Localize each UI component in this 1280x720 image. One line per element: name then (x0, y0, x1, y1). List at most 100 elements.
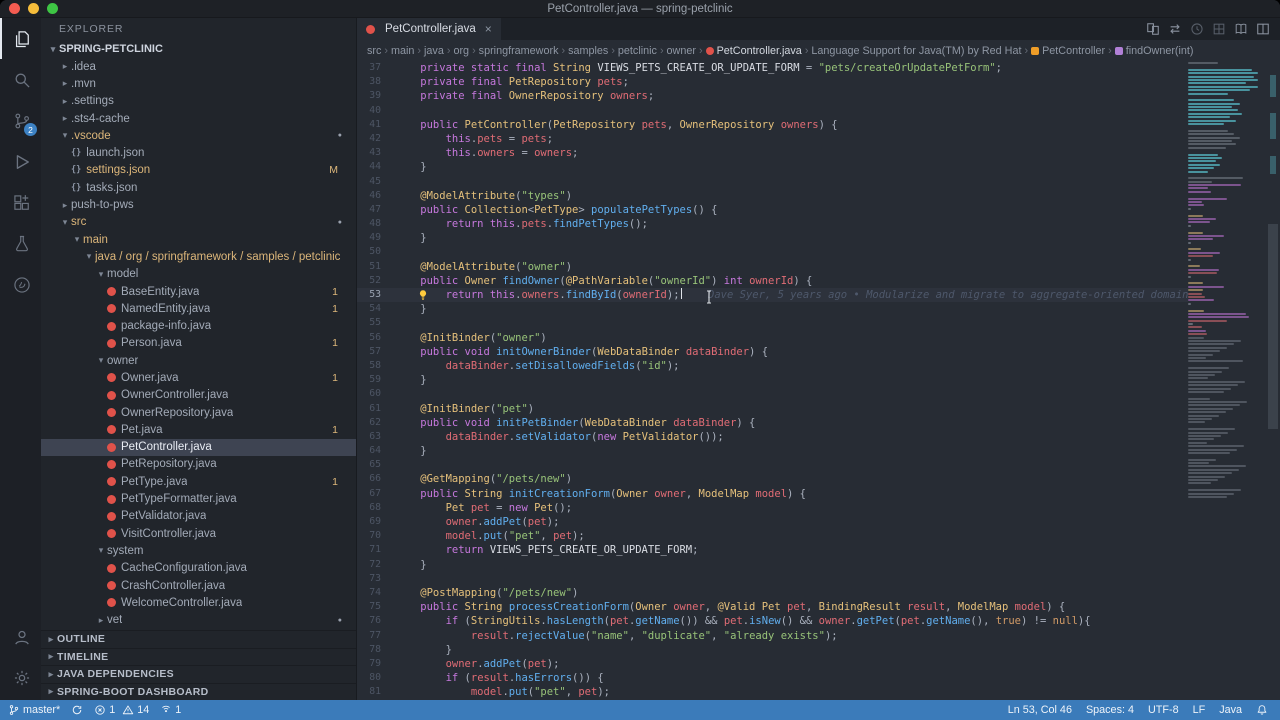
swap-editors-icon[interactable] (1168, 22, 1182, 36)
code-line-78[interactable]: 78 } (357, 643, 1188, 657)
tree-file-owner-java[interactable]: Owner.java1 (41, 369, 356, 386)
code-line-61[interactable]: 61 @InitBinder("pet") (357, 402, 1188, 416)
activity-run-and-debug[interactable] (0, 141, 41, 182)
code-line-52[interactable]: 52 public Owner findOwner(@PathVariable(… (357, 274, 1188, 288)
tree-file-petcontroller-java[interactable]: PetController.java (41, 439, 356, 456)
problems-indicator[interactable]: 1 14 (94, 704, 149, 716)
tree-file-tasks-json[interactable]: {}tasks.json (41, 179, 356, 196)
language-indicator[interactable]: Java (1219, 704, 1242, 716)
tree-file-visitcontroller-java[interactable]: VisitController.java (41, 525, 356, 542)
breadcrumb-item[interactable]: PetController.java (706, 45, 802, 57)
code-line-44[interactable]: 44 } (357, 160, 1188, 174)
code-line-49[interactable]: 49 } (357, 231, 1188, 245)
breadcrumb-item[interactable]: findOwner(int) (1115, 45, 1194, 57)
code-line-70[interactable]: 70 model.put("pet", pet); (357, 529, 1188, 543)
breadcrumb-item[interactable]: Language Support for Java(TM) by Red Hat (811, 45, 1021, 57)
tree-folder-vet[interactable]: ▸vet● (41, 612, 356, 629)
tree-file-person-java[interactable]: Person.java1 (41, 335, 356, 352)
code-line-57[interactable]: 57 public void initOwnerBinder(WebDataBi… (357, 345, 1188, 359)
section-java-dependencies[interactable]: ▸JAVA DEPENDENCIES (41, 665, 356, 683)
sync-button[interactable] (71, 704, 83, 716)
tree-folder-sts4-cache[interactable]: ▸.sts4-cache (41, 110, 356, 127)
code-line-81[interactable]: 81 model.put("pet", pet); (357, 685, 1188, 699)
code-line-43[interactable]: 43 this.owners = owners; (357, 146, 1188, 160)
activity-manage-settings[interactable] (0, 657, 41, 698)
tree-file-ownercontroller-java[interactable]: OwnerController.java (41, 387, 356, 404)
code-line-41[interactable]: 41 public PetController(PetRepository pe… (357, 118, 1188, 132)
cursor-position[interactable]: Ln 53, Col 46 (1008, 704, 1072, 716)
tab-petcontroller-java[interactable]: PetController.java × (357, 18, 501, 40)
tree-folder-owner[interactable]: ▾owner (41, 352, 356, 369)
git-branch-indicator[interactable]: master* (8, 704, 60, 716)
code-line-71[interactable]: 71 return VIEWS_PETS_CREATE_OR_UPDATE_FO… (357, 543, 1188, 557)
open-changes-icon[interactable] (1146, 22, 1160, 36)
activity-accounts[interactable] (0, 616, 41, 657)
close-tab-icon[interactable]: × (485, 23, 492, 35)
tree-file-baseentity-java[interactable]: BaseEntity.java1 (41, 283, 356, 300)
encoding-indicator[interactable]: UTF-8 (1148, 704, 1179, 716)
activity-spring-boot-dashboard[interactable] (0, 264, 41, 305)
tree-root-spring-petclinic[interactable]: ▾ SPRING-PETCLINIC (41, 40, 356, 58)
tree-folder-java-org-springframework-samples-petclinic[interactable]: ▾java / org / springframework / samples … (41, 248, 356, 265)
code-line-45[interactable]: 45 (357, 175, 1188, 189)
tree-file-cacheconfiguration-java[interactable]: CacheConfiguration.java (41, 560, 356, 577)
code-line-76[interactable]: 76 if (StringUtils.hasLength(pet.getName… (357, 614, 1188, 628)
zoom-window-button[interactable] (47, 3, 58, 14)
code-line-67[interactable]: 67 public String initCreationForm(Owner … (357, 487, 1188, 501)
code-line-47[interactable]: 47 public Collection<PetType> populatePe… (357, 203, 1188, 217)
tree-folder-main[interactable]: ▾main (41, 231, 356, 248)
breadcrumb-item[interactable]: org (453, 45, 469, 57)
tree-file-petvalidator-java[interactable]: PetValidator.java (41, 508, 356, 525)
tree-folder-src[interactable]: ▾src● (41, 214, 356, 231)
tree-folder-vscode[interactable]: ▾.vscode● (41, 127, 356, 144)
tree-folder-model[interactable]: ▾model (41, 266, 356, 283)
minimize-window-button[interactable] (28, 3, 39, 14)
tree-folder-push-to-pws[interactable]: ▸push-to-pws (41, 196, 356, 213)
code-line-77[interactable]: 77 result.rejectValue("name", "duplicate… (357, 629, 1188, 643)
activity-explorer[interactable] (0, 18, 41, 59)
code-line-64[interactable]: 64 } (357, 444, 1188, 458)
code-line-40[interactable]: 40 (357, 104, 1188, 118)
tree-folder-settings[interactable]: ▸.settings (41, 93, 356, 110)
code-line-59[interactable]: 59 } (357, 373, 1188, 387)
section-spring-boot-dashboard[interactable]: ▸SPRING-BOOT DASHBOARD (41, 683, 356, 701)
code-line-37[interactable]: 37 private static final String VIEWS_PET… (357, 61, 1188, 75)
tree-file-petrepository-java[interactable]: PetRepository.java (41, 456, 356, 473)
tree-file-pet-java[interactable]: Pet.java1 (41, 421, 356, 438)
activity-search[interactable] (0, 59, 41, 100)
tree-file-crashcontroller-java[interactable]: CrashController.java (41, 577, 356, 594)
code-line-80[interactable]: 80 if (result.hasErrors()) { (357, 671, 1188, 685)
grid-layout-icon[interactable] (1212, 22, 1226, 36)
code-line-73[interactable]: 73 (357, 572, 1188, 586)
breadcrumb-item[interactable]: owner (667, 45, 696, 57)
broadcast-indicator[interactable]: 1 (160, 704, 181, 716)
split-editor-icon[interactable] (1256, 22, 1270, 36)
breadcrumb-item[interactable]: petclinic (618, 45, 657, 57)
code-line-63[interactable]: 63 dataBinder.setValidator(new PetValida… (357, 430, 1188, 444)
breadcrumb-item[interactable]: PetController (1031, 45, 1105, 57)
code-line-79[interactable]: 79 owner.addPet(pet); (357, 657, 1188, 671)
code-line-69[interactable]: 69 owner.addPet(pet); (357, 515, 1188, 529)
code-line-72[interactable]: 72 } (357, 558, 1188, 572)
breadcrumb-item[interactable]: springframework (479, 45, 559, 57)
scrollbar-thumb[interactable] (1268, 224, 1278, 429)
history-icon[interactable] (1190, 22, 1204, 36)
code-line-65[interactable]: 65 (357, 458, 1188, 472)
code-line-62[interactable]: 62 public void initPetBinder(WebDataBind… (357, 416, 1188, 430)
code-line-38[interactable]: 38 private final PetRepository pets; (357, 75, 1188, 89)
code-line-53[interactable]: 53 return this.owners.findById(ownerId);… (357, 288, 1188, 302)
eol-indicator[interactable]: LF (1193, 704, 1206, 716)
tree-file-package-info-java[interactable]: package-info.java (41, 317, 356, 334)
code-line-50[interactable]: 50 (357, 245, 1188, 259)
code-line-75[interactable]: 75 public String processCreationForm(Own… (357, 600, 1188, 614)
close-window-button[interactable] (9, 3, 20, 14)
code-line-68[interactable]: 68 Pet pet = new Pet(); (357, 501, 1188, 515)
lightbulb-icon[interactable] (417, 289, 429, 301)
tree-file-namedentity-java[interactable]: NamedEntity.java1 (41, 300, 356, 317)
code-line-60[interactable]: 60 (357, 387, 1188, 401)
code-line-48[interactable]: 48 return this.pets.findPetTypes(); (357, 217, 1188, 231)
tree-folder-mvn[interactable]: ▸.mvn (41, 75, 356, 92)
code-line-66[interactable]: 66 @GetMapping("/pets/new") (357, 472, 1188, 486)
tree-folder-idea[interactable]: ▸.idea (41, 58, 356, 75)
tree-file-settings-json[interactable]: {}settings.jsonM (41, 162, 356, 179)
